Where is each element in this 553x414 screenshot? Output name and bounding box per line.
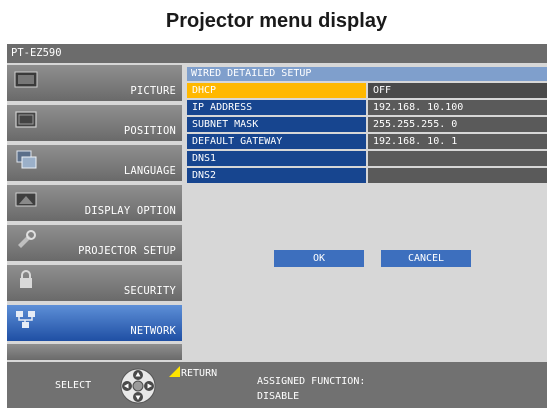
row-label-dns2: DNS2 [187,168,366,183]
dpad-icon [120,368,156,404]
cancel-button[interactable]: CANCEL [381,250,471,267]
ok-button[interactable]: OK [274,250,364,267]
menu-item-display-option[interactable]: DISPLAY OPTION [7,185,182,223]
row-ip-address[interactable]: IP ADDRESS 192.168. 10.100 [187,100,547,115]
menu-item-language[interactable]: LANGUAGE [7,145,182,183]
position-icon [15,111,37,128]
menu-label-network: NETWORK [130,325,176,337]
row-label-dhcp: DHCP [187,83,366,98]
display-option-icon [15,192,37,207]
return-triangle-icon [169,366,180,377]
row-value-default-gateway[interactable]: 192.168. 10. 1 [368,134,547,149]
row-label-subnet-mask: SUBNET MASK [187,117,366,132]
select-label: SELECT [55,380,92,391]
menu-item-position[interactable]: POSITION [7,105,182,143]
menu-item-security[interactable]: SECURITY [7,265,182,303]
menu-spacer [7,344,182,360]
row-dhcp[interactable]: DHCP OFF [187,83,547,98]
menu-item-picture[interactable]: PICTURE [7,65,182,103]
menu-label-language: LANGUAGE [123,165,176,177]
menu-item-network[interactable]: NETWORK [7,305,182,343]
main-menu: PICTURE POSITION LANGUAGE DISPLAY OPTION [7,65,182,360]
row-subnet-mask[interactable]: SUBNET MASK 255.255.255. 0 [187,117,547,132]
network-icon [16,311,35,328]
row-default-gateway[interactable]: DEFAULT GATEWAY 192.168. 10. 1 [187,134,547,149]
projector-menu-screen: PT-EZ590 PICTURE POSITION LANGUAGE DISPL… [7,44,547,408]
menu-label-position: POSITION [123,125,176,137]
row-label-ip-address: IP ADDRESS [187,100,366,115]
row-label-default-gateway: DEFAULT GATEWAY [187,134,366,149]
return-label: RETURN [181,368,218,379]
assigned-function-label: ASSIGNED FUNCTION: [257,376,366,387]
projector-setup-icon [18,230,36,248]
menu-item-projector-setup[interactable]: PROJECTOR SETUP [7,225,182,263]
menu-label-projector-setup: PROJECTOR SETUP [78,245,176,257]
footer-bar: SELECT RETURN ASSIGNED FUNCTION: DISABLE [7,362,547,408]
page-heading: Projector menu display [165,10,388,32]
menu-label-display-option: DISPLAY OPTION [84,205,176,217]
assigned-function: ASSIGNED FUNCTION: DISABLE [257,374,365,404]
row-value-dhcp[interactable]: OFF [368,83,547,98]
lock-icon [20,270,32,288]
row-dns1[interactable]: DNS1 [187,151,547,166]
menu-label-security: SECURITY [123,285,176,297]
menu-label-picture: PICTURE [130,85,176,97]
row-dns2[interactable]: DNS2 [187,168,547,183]
language-icon [16,150,37,169]
assigned-function-value: DISABLE [257,391,300,402]
row-value-ip-address[interactable]: 192.168. 10.100 [368,100,547,115]
model-name: PT-EZ590 [7,44,547,63]
panel-title: WIRED DETAILED SETUP [187,67,547,81]
picture-icon [14,71,38,88]
row-value-dns1[interactable] [368,151,547,166]
row-value-dns2[interactable] [368,168,547,183]
row-value-subnet-mask[interactable]: 255.255.255. 0 [368,117,547,132]
row-label-dns1: DNS1 [187,151,366,166]
